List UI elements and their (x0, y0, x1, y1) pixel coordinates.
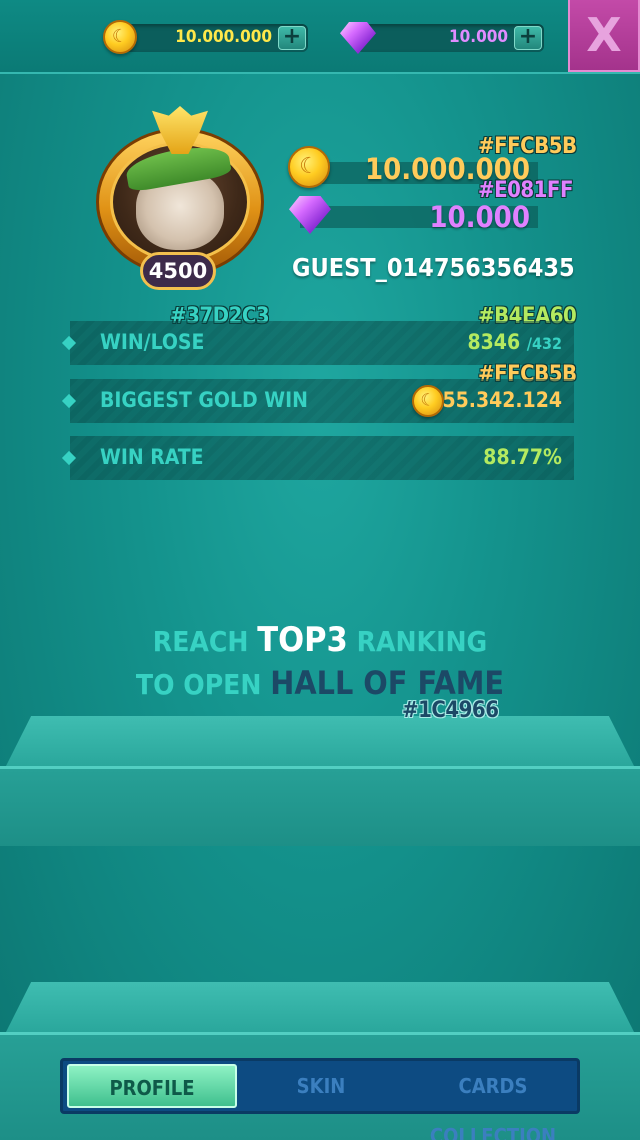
win-count: 8346 (467, 330, 521, 354)
stat-row-biggest-gold-win: BIGGEST GOLD WIN 55.342.124 (61, 379, 574, 423)
gem-balance-pill: 10.000 + (356, 24, 544, 52)
profile-gem-amount: 10.000 (429, 200, 530, 234)
lose-count: /432 (526, 334, 562, 353)
purple-gem-icon (289, 196, 331, 234)
gem-balance-value: 10.000 (448, 27, 508, 47)
stat-label: WIN/LOSE (100, 330, 205, 354)
hof-text: TO OPEN (135, 668, 271, 701)
stat-value: 8346 /432 (468, 330, 562, 354)
diamond-bullet-icon (61, 393, 77, 409)
gold-balance-value: 10.000.000 (175, 27, 272, 47)
hall-of-fame-message-line1: REACH TOP3 RANKING (0, 620, 640, 660)
close-button[interactable]: X (568, 0, 640, 72)
gold-coin-icon (103, 20, 137, 54)
diamond-bullet-icon (61, 335, 77, 351)
gold-coin-icon (412, 385, 444, 417)
gold-balance-pill: 10.000.000 + (120, 24, 308, 52)
podium-platform-upper (0, 716, 640, 846)
platform-top (6, 716, 634, 766)
stat-row-win-rate: WIN RATE 88.77% (61, 436, 574, 480)
add-gem-button[interactable]: + (514, 26, 542, 50)
hof-text: RANKING (347, 625, 488, 658)
username: GUEST_014756356435 (292, 253, 575, 282)
add-gold-button[interactable]: + (278, 26, 306, 50)
gold-coin-icon (288, 146, 330, 188)
tab-cards-collection[interactable]: CARDS COLLECTION (403, 1061, 583, 1140)
top-currency-bar: 10.000.000 + 10.000 + X (0, 0, 640, 74)
diamond-bullet-icon (61, 450, 77, 466)
stat-value: 55.342.124 (442, 388, 562, 412)
stat-label: BIGGEST GOLD WIN (100, 388, 308, 412)
platform-front (0, 766, 640, 846)
stat-row-win-lose: WIN/LOSE 8346 /432 (61, 321, 574, 365)
platform-top (6, 982, 634, 1032)
level-badge: 4500 (140, 252, 216, 290)
tab-skin[interactable]: SKIN (251, 1061, 391, 1111)
hall-of-fame-message-line2: TO OPEN HALL OF FAME (0, 664, 640, 702)
stat-value: 88.77% (483, 445, 562, 469)
tab-profile[interactable]: PROFILE (67, 1064, 237, 1108)
bottom-tab-bar: PROFILE SKIN CARDS COLLECTION (60, 1058, 583, 1140)
hof-color-tag: #1C4966 (402, 698, 499, 723)
hof-text: REACH (152, 625, 258, 658)
stat-label: WIN RATE (100, 445, 204, 469)
hof-top3: TOP3 (257, 620, 348, 660)
hof-hall-of-fame: HALL OF FAME (270, 664, 505, 702)
